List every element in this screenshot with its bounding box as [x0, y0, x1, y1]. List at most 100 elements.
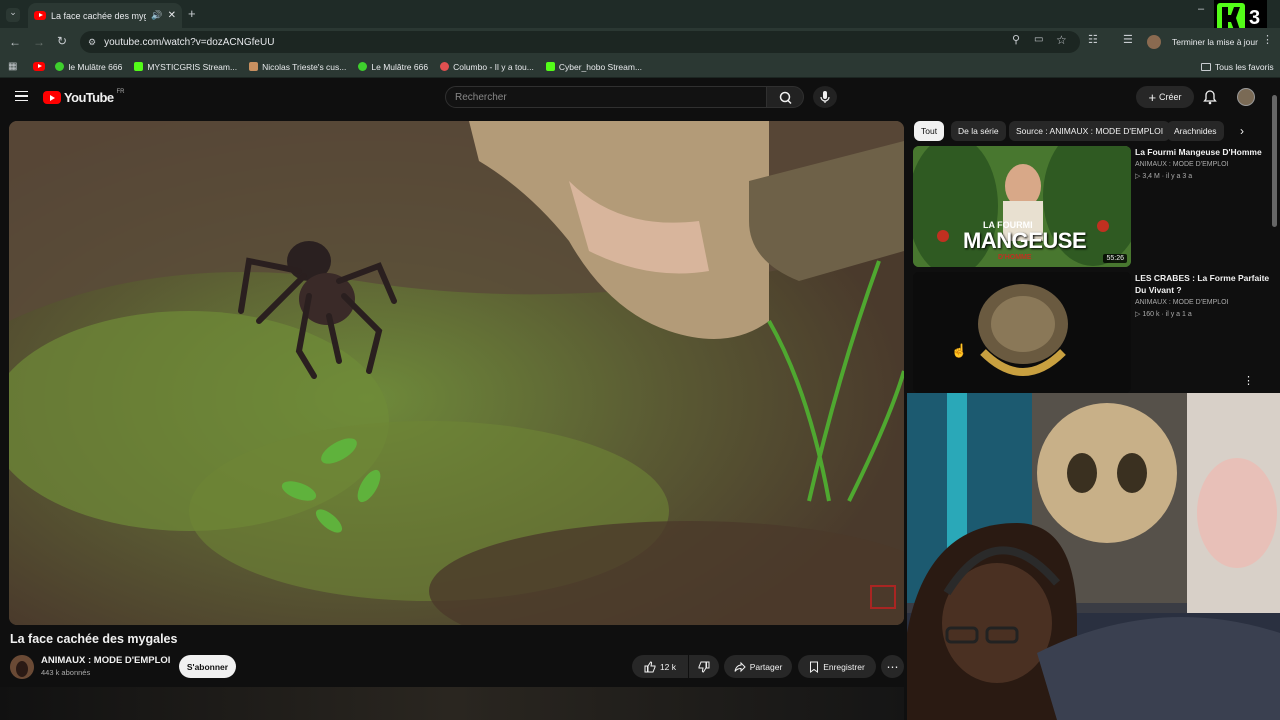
recommendation-channel[interactable]: ANIMAUX : MODE D'EMPLOI	[1135, 159, 1229, 170]
like-count: 12 k	[659, 661, 677, 672]
install-app-icon[interactable]: ▭	[1034, 35, 1043, 45]
channel-avatar[interactable]	[10, 655, 34, 679]
overlay-number: 3	[1249, 7, 1261, 29]
youtube-logo[interactable]: YouTube FR	[43, 88, 125, 105]
chip-arachnides[interactable]: Arachnides	[1167, 121, 1224, 141]
subscribe-button[interactable]: S'abonner	[179, 655, 236, 678]
back-icon[interactable]: ←	[9, 36, 21, 48]
menu-bar	[15, 95, 28, 97]
all-bookmarks-folder[interactable]: Tous les favoris	[1201, 62, 1274, 72]
bookmark-item[interactable]: le Mulâtre 666	[55, 62, 122, 72]
mouse-cursor-icon: ☝	[951, 343, 968, 358]
dislike-button[interactable]	[689, 655, 719, 678]
bell-icon	[1203, 90, 1217, 105]
browser-tab[interactable]: La face cachée des mygales 🔊 ✕	[28, 3, 182, 28]
youtube-wordmark: YouTube	[64, 90, 114, 105]
bookmark-item[interactable]: Nicolas Trieste's cus...	[249, 62, 346, 72]
tab-title: La face cachée des mygales	[51, 10, 147, 21]
new-tab-icon[interactable]: +	[188, 7, 196, 20]
speaker-icon: 🔊	[151, 10, 163, 20]
tab-search-icon[interactable]: ⌄	[6, 8, 20, 22]
description-strip	[0, 687, 904, 720]
site-info-icon[interactable]: ⚙	[88, 37, 96, 48]
chip-series[interactable]: De la série	[951, 121, 1006, 141]
search-input[interactable]: Rechercher	[445, 86, 767, 108]
minimize-icon[interactable]: –	[1198, 4, 1204, 15]
forward-icon[interactable]: →	[33, 36, 45, 48]
account-avatar[interactable]	[1237, 88, 1255, 106]
chip-source[interactable]: Source : ANIMAUX : MODE D'EMPLOI	[1009, 121, 1171, 141]
more-actions-button[interactable]: ⋯	[881, 655, 904, 678]
bookmark-item[interactable]: Le Mulâtre 666	[358, 62, 428, 72]
youtube-bookmark-icon[interactable]	[33, 62, 46, 71]
share-icon	[734, 661, 746, 672]
kick-favicon-icon	[545, 62, 555, 71]
bookmark-favicon-icon	[55, 62, 65, 71]
channel-avatar-image	[10, 655, 34, 679]
video-frame	[9, 121, 904, 625]
folder-icon	[1201, 63, 1211, 71]
apps-grid-icon[interactable]: ▦	[8, 61, 17, 72]
thumbnail-image	[913, 272, 1131, 393]
recommendation-thumbnail[interactable]	[913, 272, 1131, 393]
reload-icon[interactable]: ↻	[57, 35, 67, 47]
browser-menu-icon[interactable]: ⋮	[1262, 35, 1273, 46]
like-button[interactable]: 12 k	[632, 655, 688, 678]
create-label: Créer	[1159, 92, 1182, 102]
share-button[interactable]: Partager	[724, 655, 792, 678]
recommendation-thumbnail[interactable]: LA FOURMI MANGEUSE D'HOMME 55:26	[913, 146, 1131, 267]
thumbs-up-icon	[644, 660, 656, 672]
webcam-overlay	[907, 393, 1280, 720]
youtube-favicon-icon	[34, 11, 46, 20]
search-placeholder: Rechercher	[455, 92, 507, 103]
page-scrollbar[interactable]	[1272, 95, 1277, 227]
duration-badge: 55:26	[1103, 254, 1127, 263]
more-horizontal-icon: ⋯	[886, 659, 899, 674]
chip-all[interactable]: Tout	[914, 121, 945, 141]
recommendation-meta: ▷ 3,4 M · il y a 3 a	[1135, 171, 1192, 182]
video-player[interactable]	[9, 121, 904, 625]
url-text: youtube.com/watch?v=dozACNGfeUU	[104, 36, 275, 48]
save-label: Enregistrer	[823, 661, 865, 672]
bookmark-item[interactable]: Columbo - Il y a tou...	[440, 62, 534, 72]
chevron-right-icon[interactable]: ›	[1240, 125, 1244, 137]
bookmarks-bar: ▦ le Mulâtre 666 MYSTICGRIS Stream... Ni…	[0, 56, 1280, 78]
view-count: 160 k · il y a 1 a	[1142, 311, 1192, 318]
bookmark-item[interactable]: Cyber_hobo Stream...	[545, 62, 642, 72]
recommendation-meta: ▷ 160 k · il y a 1 a	[1135, 309, 1192, 320]
webcam-feed	[907, 393, 1280, 720]
bookmark-favicon-icon	[358, 62, 368, 71]
update-button[interactable]: Terminer la mise à jour	[1172, 37, 1258, 47]
thumbs-down-icon	[698, 661, 710, 673]
recommendation-title[interactable]: La Fourmi Mangeuse D'Homme	[1135, 147, 1270, 159]
recommendation-title[interactable]: LES CRABES : La Forme Parfaite Du Vivant…	[1135, 273, 1270, 296]
search-button[interactable]	[766, 86, 804, 108]
bookmark-favicon-icon	[249, 62, 259, 71]
guide-menu-icon[interactable]	[15, 91, 28, 101]
save-button[interactable]: Enregistrer	[798, 655, 876, 678]
more-vertical-icon[interactable]: ⋮	[1243, 376, 1254, 387]
voice-search-button[interactable]	[813, 86, 837, 108]
tab-close-icon[interactable]: ✕	[168, 10, 176, 21]
region-code: FR	[116, 88, 125, 95]
thumbnail-text: MANGEUSE	[963, 228, 1087, 253]
media-control-icon[interactable]: ☰	[1123, 35, 1133, 46]
recommendation-channel[interactable]: ANIMAUX : MODE D'EMPLOI	[1135, 297, 1229, 308]
zoom-icon[interactable]: ⚲	[1012, 35, 1020, 46]
youtube-play-icon	[43, 91, 61, 104]
extensions-icon[interactable]: ☷	[1088, 35, 1098, 46]
thumbnail-text: D'HOMME	[998, 254, 1032, 261]
create-button[interactable]: + Créer	[1136, 86, 1194, 108]
address-bar[interactable]: ⚙ youtube.com/watch?v=dozACNGfeUU ⚲ ▭ ☆	[80, 31, 1080, 53]
browser-tab-strip: ⌄ La face cachée des mygales 🔊 ✕ + –	[0, 0, 1280, 28]
bookmark-star-icon[interactable]: ☆	[1056, 34, 1067, 46]
bookmark-icon	[810, 661, 819, 673]
kick-favicon-icon	[134, 62, 144, 71]
profile-avatar[interactable]	[1147, 35, 1161, 49]
notifications-button[interactable]	[1202, 89, 1218, 110]
search-icon	[779, 91, 792, 105]
channel-name[interactable]: ANIMAUX : MODE D'EMPLOI	[41, 655, 170, 666]
share-label: Partager	[749, 661, 783, 672]
subscriber-count: 443 k abonnés	[41, 668, 91, 677]
bookmark-item[interactable]: MYSTICGRIS Stream...	[134, 62, 237, 72]
